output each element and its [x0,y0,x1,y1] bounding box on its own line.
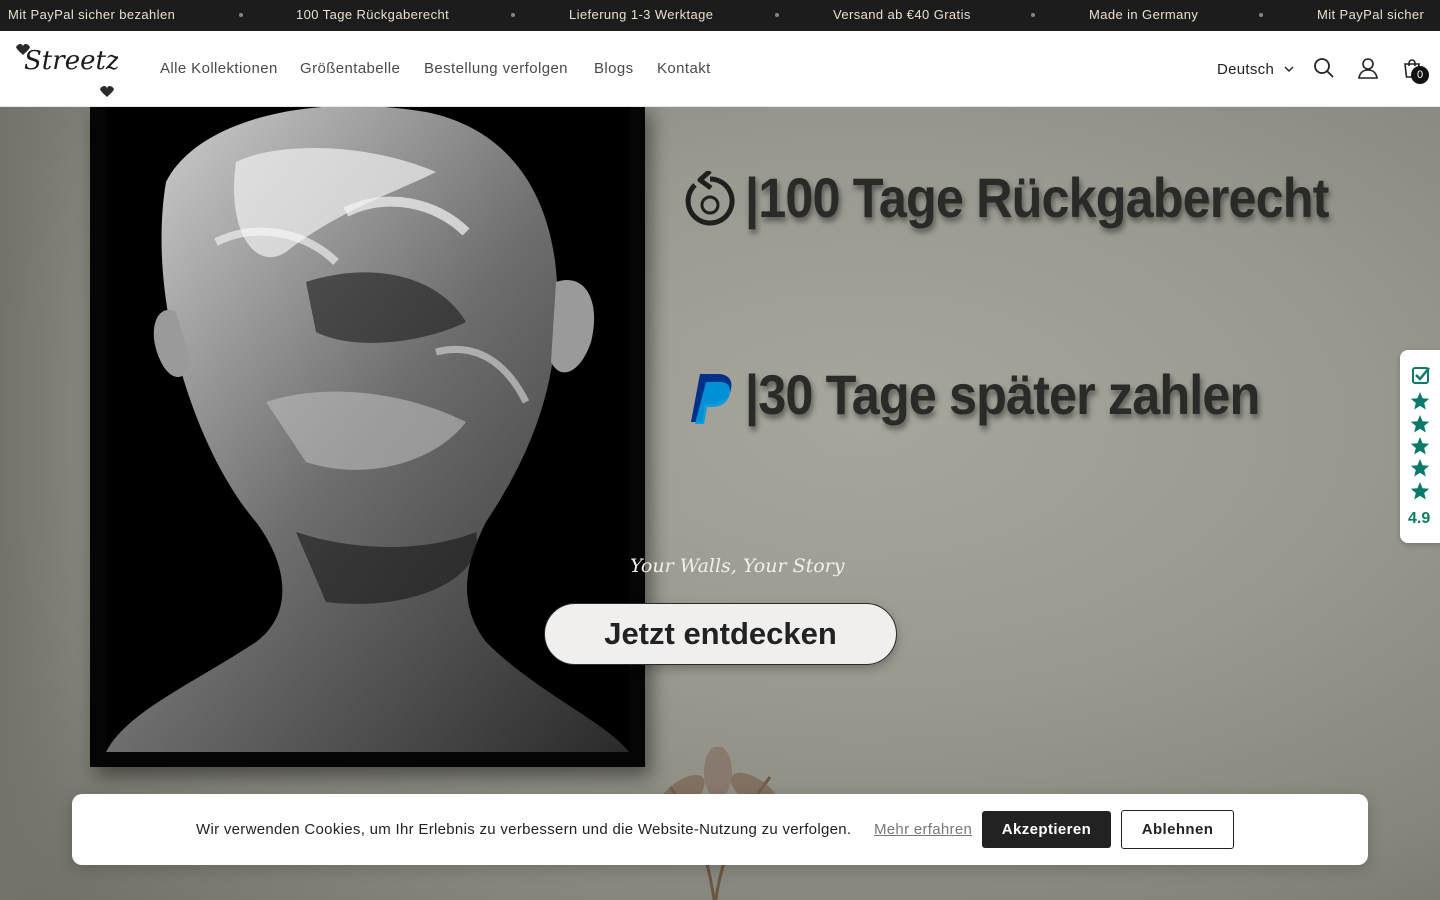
nav-link-blogs[interactable]: Blogs [594,60,634,77]
separator-dot [239,13,243,17]
discover-button[interactable]: Jetzt entdecken [544,603,897,665]
chevron-down-icon [1284,66,1294,72]
decline-cookies-button[interactable]: Ablehnen [1121,810,1234,849]
site-header: Streetz Art Alle Kollektionen Größentabe… [0,31,1440,107]
verified-check-icon [1412,367,1430,384]
nav-link-contact[interactable]: Kontakt [657,60,711,77]
search-icon[interactable] [1313,57,1335,79]
logo-text: Streetz Art [24,46,118,76]
usp-return-policy: |100 Tage Rückgaberecht [745,166,1329,229]
separator-dot [1031,13,1035,17]
account-icon[interactable] [1357,57,1379,79]
cookie-message: Wir verwenden Cookies, um Ihr Erlebnis z… [196,821,852,838]
artwork-image [106,107,629,752]
language-selector[interactable]: Deutsch [1217,61,1274,78]
return-arrow-icon [685,171,735,226]
announcement-item: Versand ab €40 Gratis [833,7,971,22]
cookie-banner: Wir verwenden Cookies, um Ihr Erlebnis z… [72,794,1368,865]
star-icon [1410,437,1430,455]
separator-dot [511,13,515,17]
artwork-portrait [106,107,629,752]
star-icon [1410,482,1430,500]
star-icon [1410,415,1430,433]
announcement-bar: Mit PayPal sicher bezahlen 100 Tage Rück… [0,0,1440,31]
announcement-item: Lieferung 1-3 Werktage [569,7,714,22]
reviews-badge[interactable]: 4.9 [1400,350,1440,543]
announcement-item: 100 Tage Rückgaberecht [296,7,450,22]
usp-pay-later: |30 Tage später zahlen [745,363,1260,426]
announcement-item: Made in Germany [1089,7,1199,22]
accept-cookies-button[interactable]: Akzeptieren [982,811,1111,848]
paypal-icon [691,374,732,424]
hero-banner: |100 Tage Rückgaberecht |30 Tage später … [0,107,1440,900]
nav-link-track-order[interactable]: Bestellung verfolgen [424,60,568,77]
announcement-item: Mit PayPal sicher bezahlen [8,7,176,22]
star-icon [1410,459,1430,477]
announcement-item: Mit PayPal sicher [1317,7,1425,22]
review-score: 4.9 [1408,510,1431,527]
hero-tagline: Your Walls, Your Story [630,555,845,577]
artwork-frame [90,107,645,767]
logo[interactable]: Streetz Art [12,37,170,101]
logo-icon: Streetz Art [16,44,170,97]
separator-dot [775,13,779,17]
nav-link-size-chart[interactable]: Größentabelle [300,60,400,77]
cart-count-badge: 0 [1411,66,1429,84]
separator-dot [1259,13,1263,17]
learn-more-link[interactable]: Mehr erfahren [874,821,972,838]
nav-link-collections[interactable]: Alle Kollektionen [160,60,278,77]
star-icon [1410,392,1430,410]
